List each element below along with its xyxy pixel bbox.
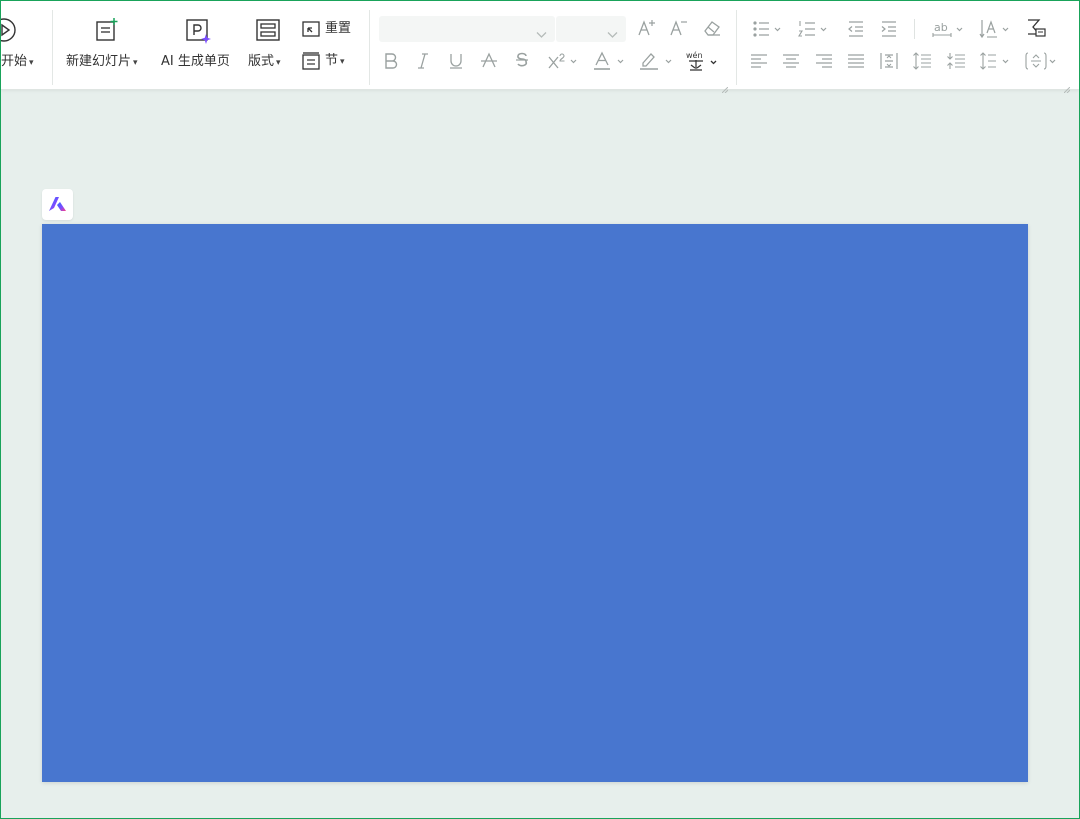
- text-direction-icon[interactable]: [979, 17, 1013, 41]
- new-slide-icon: [94, 17, 120, 43]
- play-circle-icon: [1, 17, 17, 43]
- line-spacing-icon[interactable]: [912, 51, 932, 71]
- chevron-down-icon: [536, 24, 547, 43]
- section-label: 节: [325, 52, 339, 68]
- ai-page-label: AI 生成单页: [161, 54, 230, 69]
- slide-canvas[interactable]: [42, 224, 1028, 782]
- align-right-icon[interactable]: [815, 52, 833, 70]
- numbered-list-icon[interactable]: [798, 19, 830, 39]
- convert-text-icon[interactable]: [1025, 17, 1049, 39]
- reset-label: 重置: [325, 21, 352, 36]
- separator: [736, 10, 737, 85]
- chevron-down-icon: ▾: [340, 56, 345, 67]
- separator: [914, 19, 915, 39]
- layout-button[interactable]: 版式 ▾: [246, 15, 292, 75]
- separator: [52, 10, 53, 85]
- character-spacing-icon[interactable]: ab: [932, 19, 966, 39]
- new-slide-label: 新建幻灯片: [66, 54, 132, 69]
- vertical-align-icon[interactable]: [1025, 51, 1061, 71]
- reset-icon: [301, 19, 321, 39]
- bold-icon[interactable]: [383, 51, 399, 71]
- eraser-icon[interactable]: [701, 18, 723, 38]
- separator: [369, 10, 370, 85]
- layout-icon: [255, 18, 281, 42]
- superscript-icon[interactable]: [547, 51, 579, 71]
- chevron-down-icon: ▾: [133, 58, 138, 68]
- font-dialog-launcher-icon[interactable]: [721, 78, 729, 94]
- chevron-down-icon: ▾: [29, 58, 34, 68]
- increase-indent-icon[interactable]: [880, 19, 898, 39]
- start-slideshow-button[interactable]: 开始 ▾: [1, 15, 41, 75]
- justify-icon[interactable]: [847, 52, 865, 70]
- app-logo-icon: [48, 196, 67, 212]
- line-spacing-menu-icon[interactable]: [979, 51, 1013, 71]
- font-color-icon[interactable]: [592, 50, 626, 72]
- italic-icon[interactable]: [415, 51, 431, 71]
- underline-icon[interactable]: [448, 51, 464, 71]
- distributed-icon[interactable]: [879, 51, 899, 71]
- increase-font-icon[interactable]: [637, 18, 657, 38]
- align-left-icon[interactable]: [750, 52, 768, 70]
- app-logo-badge[interactable]: [42, 189, 73, 220]
- highlight-icon[interactable]: [638, 50, 674, 72]
- text-shadow-icon[interactable]: [513, 51, 531, 71]
- decrease-indent-icon[interactable]: [847, 19, 865, 39]
- phonetic-guide-icon[interactable]: wén: [685, 49, 721, 73]
- svg-text:ab: ab: [934, 21, 948, 34]
- section-icon: [301, 51, 321, 71]
- font-size-select[interactable]: [556, 16, 626, 42]
- bullet-list-icon[interactable]: [752, 19, 784, 39]
- svg-text:wén: wén: [686, 50, 703, 60]
- start-label: 开始: [1, 54, 28, 69]
- chevron-down-icon: ▾: [276, 58, 281, 68]
- reset-button[interactable]: 重置: [301, 19, 351, 39]
- chevron-down-icon: [607, 24, 618, 43]
- section-button[interactable]: 节 ▾: [301, 51, 345, 71]
- ai-page-icon: [185, 17, 213, 45]
- ai-generate-page-button[interactable]: AI 生成单页: [160, 15, 238, 75]
- ribbon-toolbar: 开始 ▾ 新建幻灯片 ▾ AI 生成单页 版式 ▾ 重置 节 ▾ wén ab: [1, 1, 1079, 94]
- layout-label: 版式: [248, 54, 275, 69]
- paragraph-dialog-launcher-icon[interactable]: [1063, 78, 1071, 94]
- align-center-icon[interactable]: [782, 52, 800, 70]
- app-window: 开始 ▾ 新建幻灯片 ▾ AI 生成单页 版式 ▾ 重置 节 ▾ wén ab: [0, 0, 1080, 819]
- decrease-font-icon[interactable]: [669, 18, 689, 38]
- strikethrough-icon[interactable]: [480, 51, 498, 71]
- new-slide-button[interactable]: 新建幻灯片 ▾: [64, 15, 150, 75]
- paragraph-spacing-icon[interactable]: [946, 51, 966, 71]
- font-name-select[interactable]: [379, 16, 555, 42]
